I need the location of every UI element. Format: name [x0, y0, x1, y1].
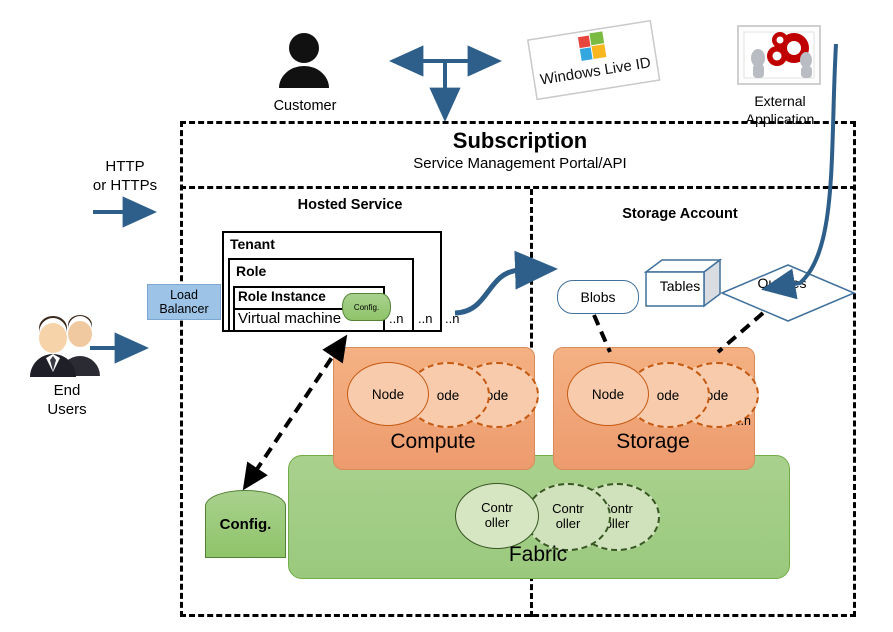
queues-storage-link [716, 311, 765, 354]
connector-layer [90, 43, 838, 491]
external-application-arrow [761, 43, 838, 300]
hosted-to-storage-arrow [454, 250, 558, 316]
customer-identity-arrow [389, 45, 503, 123]
config-sync-arrow [242, 334, 348, 491]
blobs-storage-link [592, 314, 612, 353]
